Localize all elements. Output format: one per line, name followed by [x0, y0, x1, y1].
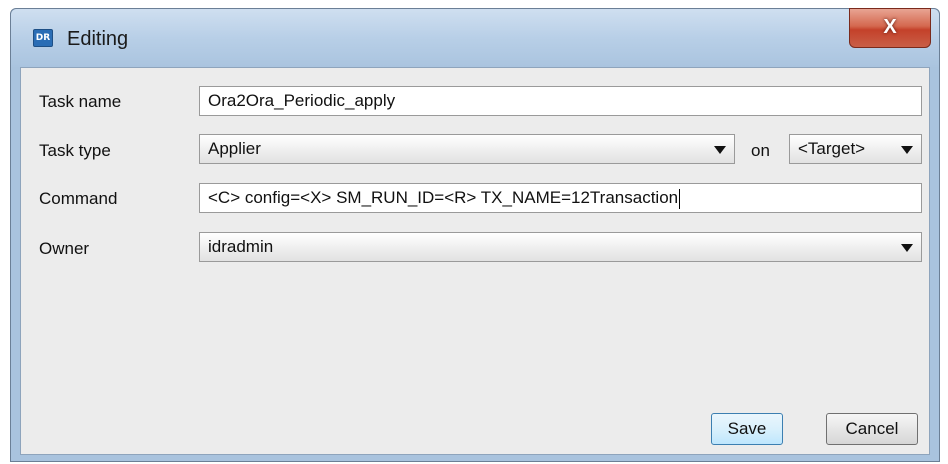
task-type-dropdown[interactable]: Applier	[199, 134, 735, 164]
chevron-down-icon	[714, 146, 726, 154]
task-name-input[interactable]: Ora2Ora_Periodic_apply	[199, 86, 922, 116]
title-bar[interactable]: DR Editing X	[11, 8, 939, 67]
owner-value: idradmin	[208, 237, 274, 256]
on-label: on	[751, 141, 770, 160]
target-dropdown[interactable]: <Target>	[789, 134, 922, 164]
task-type-label: Task type	[39, 141, 111, 160]
cancel-button[interactable]: Cancel	[826, 413, 918, 445]
task-type-value: Applier	[208, 139, 261, 158]
command-input[interactable]: <C> config=<X> SM_RUN_ID=<R> TX_NAME=12T…	[199, 183, 922, 213]
target-value: <Target>	[798, 139, 866, 158]
command-value: <C> config=<X> SM_RUN_ID=<R> TX_NAME=12T…	[208, 188, 679, 207]
task-name-label: Task name	[39, 92, 122, 111]
owner-dropdown[interactable]: idradmin	[199, 232, 922, 262]
text-caret	[679, 188, 681, 209]
owner-label: Owner	[39, 239, 90, 258]
dialog-content: Task name Ora2Ora_Periodic_apply Task ty…	[20, 67, 930, 455]
editing-dialog: DR Editing X Task name Ora2Ora_Periodic_…	[10, 8, 940, 462]
chevron-down-icon	[901, 244, 913, 252]
window-title: Editing	[67, 28, 129, 50]
close-button[interactable]: X	[849, 8, 931, 48]
task-name-value: Ora2Ora_Periodic_apply	[208, 91, 396, 110]
chevron-down-icon	[901, 146, 913, 154]
save-button[interactable]: Save	[711, 413, 783, 445]
app-logo-icon: DR	[33, 29, 53, 47]
command-label: Command	[39, 189, 118, 208]
